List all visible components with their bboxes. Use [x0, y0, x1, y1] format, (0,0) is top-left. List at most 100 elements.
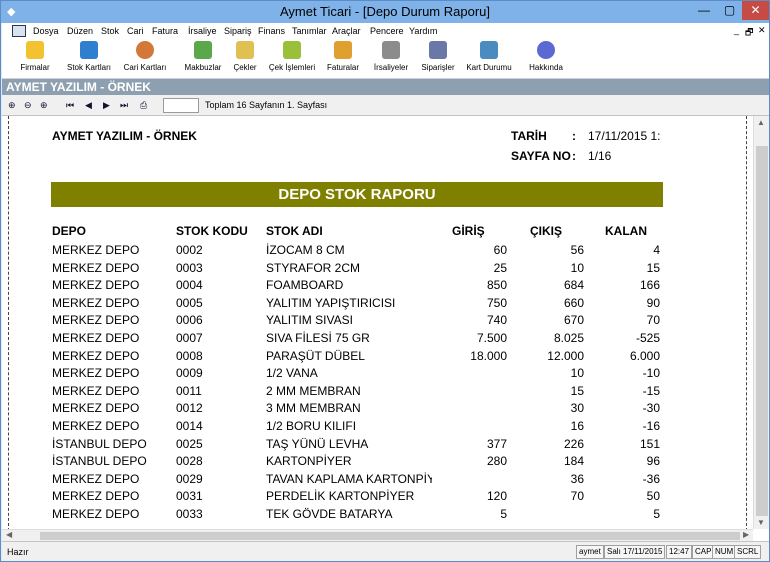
cell-giris: 25	[493, 260, 507, 275]
cell-depo: MERKEZ DEPO	[52, 260, 140, 275]
cell-depo: MERKEZ DEPO	[52, 401, 140, 416]
header-depo: DEPO	[52, 224, 87, 238]
cell-depo: MERKEZ DEPO	[52, 243, 140, 257]
cell-depo: MERKEZ DEPO	[52, 507, 140, 521]
cell-giris: 7.500	[476, 331, 507, 345]
toolbar-label: Kart Durumu	[466, 63, 512, 72]
table-row: MERKEZ DEPO 0002 İZOCAM 8 CM 60 56 4	[2, 243, 702, 260]
menu-araclar[interactable]: Araçlar	[332, 26, 361, 36]
last-page-icon[interactable]: ⏭	[120, 100, 128, 111]
preview-navbar: ⊕ ⊖ ⊕ ⏮ ◀ ▶ ⏭ ⎙ Toplam 16 Sayfanın 1. Sa…	[2, 95, 769, 116]
toolbar-label: Makbuzlar	[184, 63, 222, 72]
info-icon	[537, 41, 555, 59]
table-row: MERKEZ DEPO 0008 PARAŞÜT DÜBEL 18.000 12.000…	[2, 349, 702, 366]
menu-pencere[interactable]: Pencere	[370, 26, 404, 36]
horizontal-scrollbar[interactable]: ◀ ▶	[2, 529, 753, 541]
cell-kalan: -10	[642, 366, 660, 381]
prev-page-icon[interactable]: ◀	[85, 100, 92, 111]
menu-fatura[interactable]: Fatura	[152, 26, 178, 36]
menu-yardim[interactable]: Yardım	[409, 26, 437, 36]
close-button[interactable]: ✕	[742, 1, 769, 20]
vertical-scrollbar[interactable]: ▲ ▼	[753, 116, 769, 529]
horizontal-scroll-thumb[interactable]	[40, 532, 740, 540]
toolbar-label: Hakkında	[529, 63, 563, 72]
toolbar-cekler-button[interactable]: Çekler	[230, 41, 260, 77]
box-icon	[80, 41, 98, 59]
header-cikis: ÇIKIŞ	[530, 224, 563, 238]
scroll-up-icon[interactable]: ▲	[757, 118, 765, 127]
zoom-in-icon[interactable]: ⊕	[40, 100, 48, 111]
pen-cheque-icon	[283, 41, 301, 59]
toolbar-hakkinda-button[interactable]: Hakkında	[528, 41, 564, 77]
cell-stok-kodu: 0033	[176, 507, 203, 521]
cell-cikis: 226	[563, 436, 584, 451]
title-bar[interactable]: ◆ Aymet Ticari - [Depo Durum Raporu] — ▢…	[1, 1, 769, 23]
header-giris: GİRİŞ	[452, 224, 485, 238]
table-row: MERKEZ DEPO 0012 3 MM MEMBRAN 30 -30	[2, 401, 702, 418]
cell-stok-adi: 3 MM MEMBRAN	[266, 401, 361, 416]
report-company: AYMET YAZILIM - ÖRNEK	[52, 129, 197, 143]
menu-irsaliye[interactable]: İrsaliye	[188, 26, 217, 36]
cell-cikis: 184	[563, 454, 584, 469]
toolbar-irsaliyeler-button[interactable]: İrsaliyeler	[370, 41, 412, 77]
zoom-out-icon[interactable]: ⊖	[24, 100, 32, 111]
menu-duzen[interactable]: Düzen	[67, 26, 93, 36]
toolbar-kart-durumu-button[interactable]: Kart Durumu	[464, 41, 514, 77]
minimize-button[interactable]: —	[691, 1, 717, 20]
cell-stok-kodu: 0006	[176, 313, 203, 328]
cell-stok-adi: FOAMBOARD	[266, 278, 344, 293]
toolbar-makbuzlar-button[interactable]: Makbuzlar	[182, 41, 224, 77]
mdi-close-button[interactable]: ✕	[758, 25, 766, 36]
toolbar-siparisler-button[interactable]: Siparişler	[418, 41, 458, 77]
cell-stok-adi: KARTONPİYER	[266, 454, 352, 469]
right-margin-line	[746, 116, 747, 536]
cell-cikis: 16	[570, 419, 584, 433]
cell-stok-adi: 1/2 VANA	[266, 366, 318, 381]
menu-stok[interactable]: Stok	[101, 26, 119, 36]
cell-stok-adi: STYRAFOR 2CM	[266, 260, 361, 275]
toolbar-firmalar-button[interactable]: Firmalar	[16, 41, 54, 77]
toolbar-cari-kartlari-button[interactable]: Cari Kartları	[120, 41, 170, 77]
menu-tanimlar[interactable]: Tanımlar	[292, 26, 327, 36]
scroll-left-icon[interactable]: ◀	[6, 530, 12, 539]
maximize-button[interactable]: ▢	[717, 1, 742, 20]
table-row: İSTANBUL DEPO 0025 TAŞ YÜNÜ LEVHA 377 226 151	[2, 437, 702, 454]
vertical-scroll-thumb[interactable]	[756, 146, 768, 516]
toolbar-cek-islemleri-button[interactable]: Çek İşlemleri	[266, 41, 318, 77]
cell-stok-kodu: 0014	[176, 419, 203, 433]
cell-stok-adi: PERDELİK KARTONPİYER	[266, 489, 415, 504]
mdi-child-icon[interactable]	[12, 25, 26, 37]
menu-cari[interactable]: Cari	[127, 26, 144, 36]
cell-giris: 750	[486, 295, 507, 310]
date-value: 17/11/2015 1:	[588, 129, 661, 143]
menu-bar: Dosya Düzen Stok Cari Fatura İrsaliye Si…	[2, 23, 769, 39]
status-bar: Hazır aymet Salı 17/11/2015 12:47 CAP NU…	[2, 541, 769, 561]
cell-giris: 377	[486, 436, 507, 451]
menu-siparis[interactable]: Sipariş	[224, 26, 252, 36]
date-colon: :	[572, 129, 576, 143]
menu-finans[interactable]: Finans	[258, 26, 285, 36]
cell-kalan: -30	[642, 401, 660, 416]
scroll-right-icon[interactable]: ▶	[743, 530, 749, 539]
menu-dosya[interactable]: Dosya	[33, 26, 59, 36]
zoom-fit-icon[interactable]: ⊕	[8, 100, 16, 111]
cell-stok-adi: YALITIM SIVASI	[266, 313, 353, 328]
toolbar-faturalar-button[interactable]: Faturalar	[324, 41, 362, 77]
toolbar-stok-kartlari-button[interactable]: Stok Kartları	[64, 41, 114, 77]
cell-depo: MERKEZ DEPO	[52, 419, 140, 433]
page-number-input[interactable]	[163, 98, 199, 113]
next-page-icon[interactable]: ▶	[103, 100, 110, 111]
toolbar-label: İrsaliyeler	[373, 63, 409, 72]
mdi-minimize-button[interactable]: _	[734, 25, 739, 35]
waybill-icon	[382, 41, 400, 59]
cell-cikis: 36	[570, 471, 584, 486]
first-page-icon[interactable]: ⏮	[66, 100, 74, 111]
window-title: Aymet Ticari - [Depo Durum Raporu]	[280, 4, 490, 19]
cell-stok-adi: YALITIM YAPIŞTIRICISI	[266, 295, 396, 310]
scroll-down-icon[interactable]: ▼	[757, 518, 765, 527]
print-icon[interactable]: ⎙	[140, 100, 147, 111]
table-row: İSTANBUL DEPO 0028 KARTONPİYER 280 184 96	[2, 454, 702, 471]
cell-cikis: 12.000	[547, 348, 584, 363]
date-label: TARİH	[511, 129, 547, 143]
cell-giris: 740	[486, 313, 507, 328]
